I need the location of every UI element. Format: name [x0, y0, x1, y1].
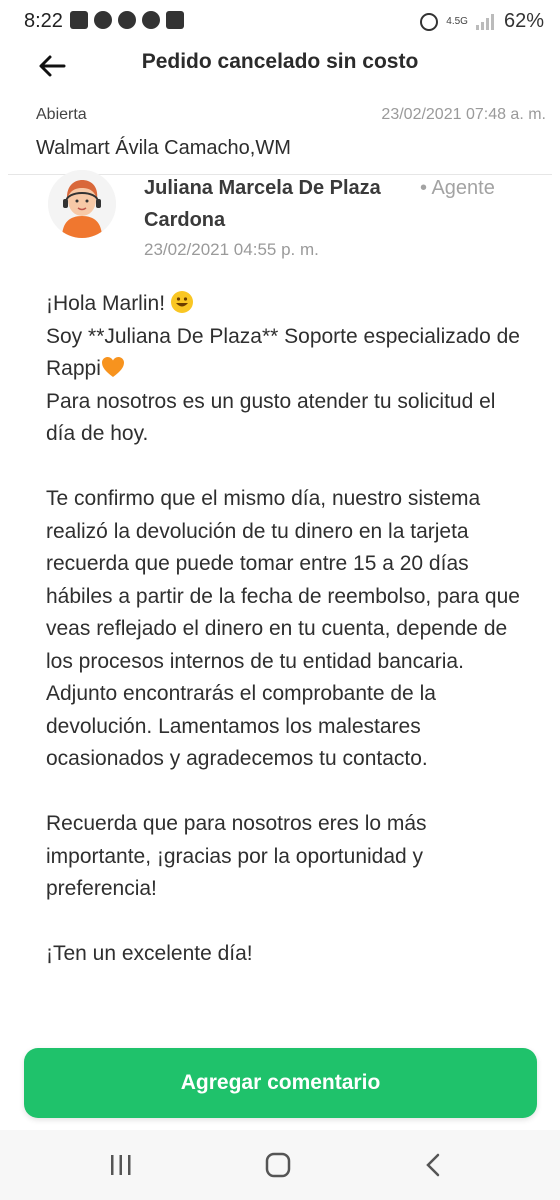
agent-name: Juliana Marcela De Plaza Cardona — [144, 177, 381, 231]
order-status: Abierta — [36, 106, 87, 123]
facebook-notification-icon — [118, 11, 136, 29]
orange-heart-emoji-icon — [101, 356, 125, 378]
smile-emoji-icon — [170, 291, 193, 313]
closing-line: ¡Ten un excelente día! — [46, 942, 253, 965]
order-datetime: 23/02/2021 07:48 a. m. — [381, 106, 546, 123]
message-datetime: 23/02/2021 04:55 p. m. — [144, 240, 319, 259]
system-nav-bar — [0, 1130, 560, 1200]
notification-icons — [70, 11, 184, 29]
line-3: Para nosotros es un gusto atender tu sol… — [46, 389, 496, 446]
agent-avatar-icon — [48, 170, 116, 238]
status-right: 4.5G 62% — [420, 10, 544, 33]
facebook-notification-icon-2 — [142, 11, 160, 29]
status-time: 8:22 — [24, 10, 63, 32]
recents-icon — [111, 1155, 131, 1175]
nav-back-button[interactable] — [414, 1150, 454, 1180]
greeting-text: ¡Hola Marlin! — [46, 292, 166, 315]
alarm-icon — [420, 12, 439, 31]
home-button[interactable] — [258, 1150, 298, 1180]
status-bar: 8:22 4.5G 62% — [0, 0, 560, 44]
signal-icon — [475, 13, 496, 30]
network-type: 4.5G — [446, 15, 468, 27]
intro-line: Soy **Juliana De Plaza** Soporte especia… — [46, 321, 526, 386]
page-title: Pedido cancelado sin costo — [141, 50, 419, 73]
chat-notification-icon — [70, 11, 88, 29]
chevron-left-icon — [426, 1153, 440, 1177]
message-body: ¡Hola Marlin! Soy **Juliana De Plaza** S… — [46, 288, 526, 971]
recents-button[interactable] — [101, 1150, 141, 1180]
battery-level: 62% — [503, 10, 544, 32]
add-comment-button[interactable]: Agregar comentario — [24, 1048, 537, 1118]
app-header: Pedido cancelado sin costo — [0, 44, 560, 84]
gmail-notification-icon — [166, 11, 184, 29]
agent-avatar — [48, 170, 116, 238]
agent-role: • Agente — [420, 177, 495, 199]
home-icon — [265, 1152, 291, 1178]
store-name: Walmart Ávila Camacho,WM — [36, 137, 291, 159]
greeting-line: ¡Hola Marlin! — [46, 288, 526, 321]
paragraph-2: Te confirmo que el mismo día, nuestro si… — [46, 487, 520, 770]
paragraph-3: Recuerda que para nosotros eres lo más i… — [46, 812, 427, 900]
maps-notification-icon — [94, 11, 112, 29]
